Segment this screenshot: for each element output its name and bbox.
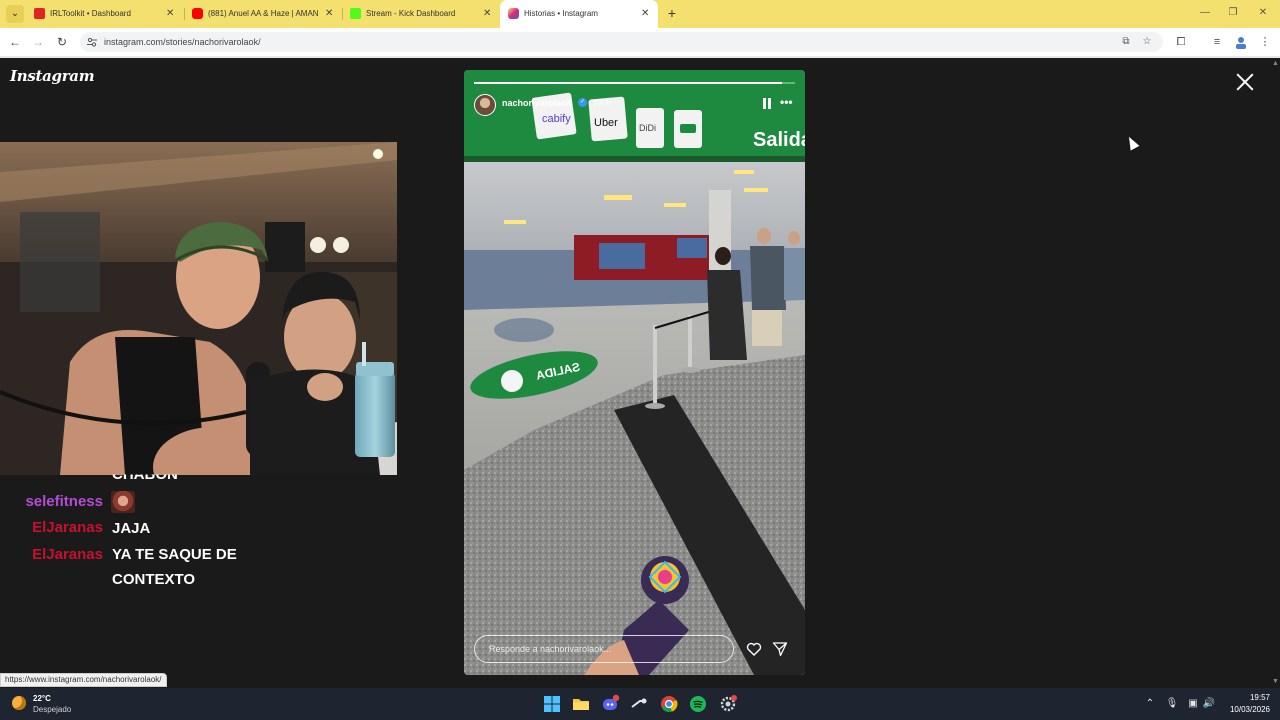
windows-start-icon[interactable] bbox=[542, 694, 562, 714]
send-icon[interactable] bbox=[772, 641, 788, 657]
forward-button[interactable]: → bbox=[29, 33, 47, 51]
chat-username: selefitness bbox=[25, 493, 103, 510]
bookmark-star-icon[interactable]: ☆ bbox=[1140, 35, 1154, 49]
story-progress-bar bbox=[474, 82, 795, 84]
file-explorer-icon[interactable] bbox=[571, 694, 591, 714]
instagram-stories-page: Instagram CHABON selefitness ElJaranas J… bbox=[0, 58, 1270, 688]
stream-chat: CHABON selefitness ElJaranas JAJA ElJara… bbox=[0, 464, 400, 594]
new-tab-button[interactable]: + bbox=[664, 5, 680, 21]
windows-taskbar: 22°C Despejado ⌃ 🎙 ▣ 🔊 19:57 10/03/2026 bbox=[0, 688, 1280, 720]
tab-title: IRLToolkit • Dashboard bbox=[50, 9, 131, 18]
more-options-icon[interactable]: ••• bbox=[780, 95, 793, 109]
media-controls-icon[interactable]: ≡ bbox=[1208, 33, 1226, 51]
mouse-cursor-icon bbox=[1124, 134, 1140, 151]
instagram-logo[interactable]: Instagram bbox=[10, 67, 95, 85]
youtube-favicon-icon bbox=[192, 8, 203, 19]
browser-menu-icon[interactable]: ⋮ bbox=[1256, 33, 1274, 51]
tab-title: Stream - Kick Dashboard bbox=[366, 9, 456, 18]
tab-instagram[interactable]: Historias • Instagram ✕ bbox=[500, 0, 658, 28]
tab-irltoolkit[interactable]: IRLToolkit • Dashboard ✕ bbox=[26, 0, 183, 28]
tab-title: Historias • Instagram bbox=[524, 9, 598, 18]
tab-close-icon[interactable]: ✕ bbox=[325, 0, 333, 28]
show-hidden-icons-icon[interactable]: ⌃ bbox=[1143, 697, 1157, 711]
chrome-icon[interactable] bbox=[659, 694, 679, 714]
tab-kick[interactable]: Stream - Kick Dashboard ✕ bbox=[342, 0, 500, 28]
install-app-icon[interactable]: ⧉ bbox=[1119, 35, 1133, 49]
weather-moon-icon[interactable] bbox=[12, 696, 26, 710]
clock-date[interactable]: 10/03/2026 bbox=[1226, 705, 1270, 714]
didi-sign: DiDi bbox=[639, 123, 656, 133]
verified-badge-icon: ✓ bbox=[578, 98, 587, 107]
tab-close-icon[interactable]: ✕ bbox=[483, 0, 491, 28]
address-bar[interactable]: instagram.com/stories/nachorivarolaok/ ⧉… bbox=[80, 32, 1163, 52]
spotify-icon[interactable] bbox=[688, 694, 708, 714]
story-media-image: cabify Uber DiDi Salida SALIDA bbox=[464, 70, 805, 675]
network-icon[interactable]: ▣ bbox=[1186, 697, 1200, 711]
story-progress-fill bbox=[474, 82, 783, 84]
scroll-up-icon[interactable]: ▲ bbox=[1272, 60, 1279, 67]
webcam-overlay bbox=[0, 142, 397, 475]
clock-time[interactable]: 19:57 bbox=[1246, 693, 1270, 702]
heart-icon[interactable] bbox=[746, 641, 762, 657]
discord-icon[interactable] bbox=[600, 694, 620, 714]
tab-search-button[interactable]: ⌄ bbox=[6, 5, 24, 23]
tab-bar: ⌄ IRLToolkit • Dashboard ✕ (881) Anuel A… bbox=[0, 0, 1280, 28]
page-scrollbar[interactable]: ▲ ▼ bbox=[1270, 58, 1280, 688]
chat-message: YA TE SAQUE DE CONTEXTO bbox=[112, 546, 237, 588]
kick-favicon-icon bbox=[350, 8, 361, 19]
story-viewer[interactable]: cabify Uber DiDi Salida SALIDA bbox=[464, 70, 805, 675]
story-avatar[interactable] bbox=[474, 94, 496, 116]
volume-icon[interactable]: 🔊 bbox=[1202, 697, 1216, 711]
weather-temperature[interactable]: 22°C bbox=[33, 694, 51, 703]
instagram-favicon-icon bbox=[508, 8, 519, 19]
tab-close-icon[interactable]: ✕ bbox=[641, 0, 649, 28]
minimize-button[interactable]: — bbox=[1196, 4, 1214, 22]
steam-icon[interactable] bbox=[629, 694, 649, 714]
weather-description[interactable]: Despejado bbox=[33, 705, 71, 714]
url-text: instagram.com/stories/nachorivarolaok/ bbox=[104, 37, 261, 47]
back-button[interactable]: ← bbox=[6, 33, 24, 51]
profile-icon[interactable] bbox=[1232, 33, 1250, 51]
status-bar-url: https://www.instagram.com/nachorivarolao… bbox=[0, 673, 167, 687]
maximize-button[interactable]: ❐ bbox=[1224, 4, 1242, 22]
salida-sign: Salida bbox=[753, 129, 805, 151]
irltoolkit-favicon-icon bbox=[34, 8, 45, 19]
extensions-icon[interactable]: ⧠ bbox=[1172, 33, 1190, 51]
story-header: nachorivarolaok ✓ 23 h ••• bbox=[474, 92, 795, 120]
browser-toolbar: ← → ↻ instagram.com/stories/nachorivarol… bbox=[0, 28, 1280, 56]
story-reply-input[interactable]: Responde a nachorivarolaok... bbox=[474, 635, 734, 663]
microphone-icon[interactable]: 🎙 bbox=[1165, 697, 1179, 711]
chat-message-partial: CHABON bbox=[112, 466, 178, 484]
profile-avatar-icon bbox=[1236, 37, 1246, 49]
tab-close-icon[interactable]: ✕ bbox=[166, 0, 174, 28]
close-story-button[interactable] bbox=[1234, 71, 1256, 93]
scroll-down-icon[interactable]: ▼ bbox=[1272, 678, 1279, 685]
chat-username: ElJaranas bbox=[32, 546, 103, 563]
settings-gear-icon[interactable] bbox=[718, 694, 738, 714]
reload-button[interactable]: ↻ bbox=[53, 33, 71, 51]
tab-youtube[interactable]: (881) Anuel AA & Haze | AMAN ✕ bbox=[184, 0, 342, 28]
reply-placeholder: Responde a nachorivarolaok... bbox=[489, 644, 612, 654]
story-timestamp: 23 h bbox=[593, 98, 611, 108]
tab-title: (881) Anuel AA & Haze | AMAN bbox=[208, 9, 319, 18]
site-info-icon[interactable] bbox=[86, 36, 98, 48]
chat-username: ElJaranas bbox=[32, 519, 103, 536]
webcam-feed-image bbox=[0, 142, 397, 475]
chat-message: JAJA bbox=[112, 520, 151, 537]
chat-emote-icon bbox=[111, 491, 135, 513]
pause-icon[interactable] bbox=[762, 98, 772, 109]
window-close-button[interactable]: ✕ bbox=[1254, 4, 1272, 22]
story-username[interactable]: nachorivarolaok bbox=[502, 98, 572, 108]
